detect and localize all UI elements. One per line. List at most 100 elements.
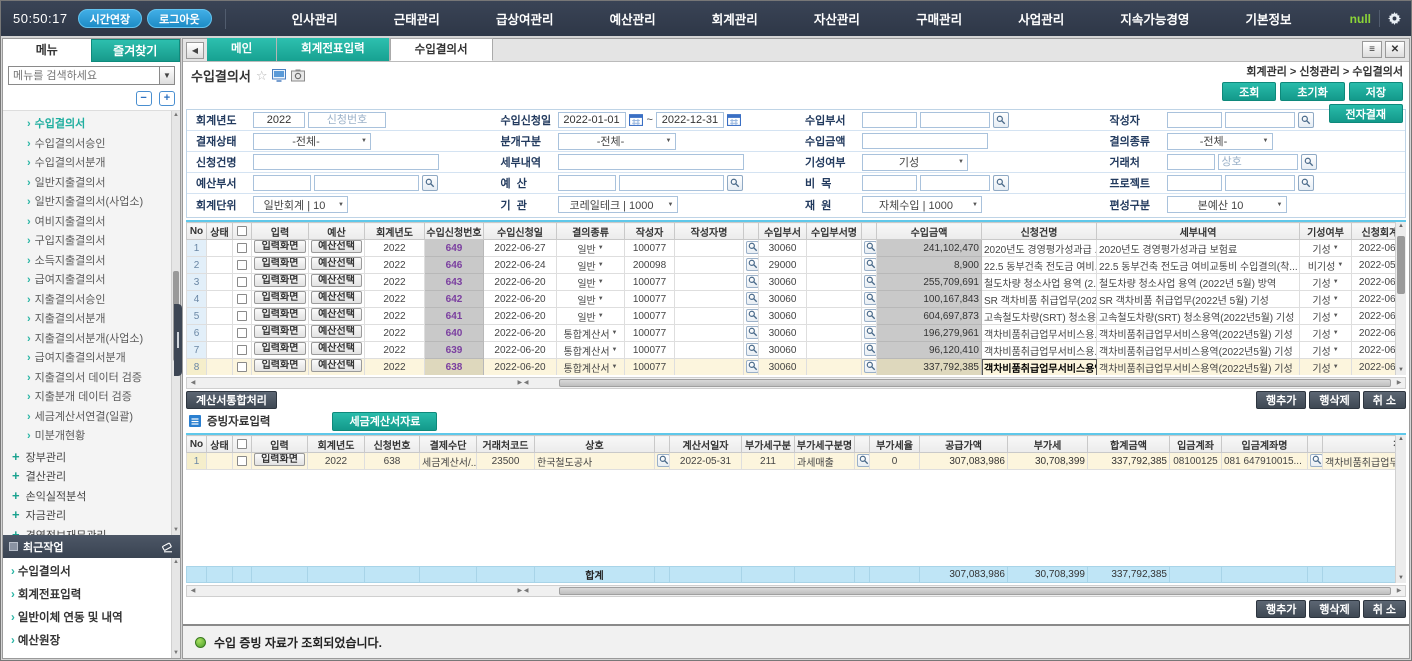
column-header-acct[interactable]: 입금계좌 [1170, 436, 1222, 453]
scroll-down-icon[interactable]: ▼ [172, 649, 180, 658]
sidebar-item[interactable]: ›수입결의서분개 [3, 154, 180, 174]
grid-cell[interactable]: 30,708,399 [1008, 453, 1088, 470]
form-input[interactable] [920, 175, 990, 191]
grid-budget-select-button[interactable]: 예산선택 [311, 240, 362, 253]
grid-cell[interactable]: 30060 [759, 342, 807, 359]
dropdown-arrow-icon[interactable]: ▼ [598, 296, 604, 302]
dropdown-arrow-icon[interactable]: ▼ [598, 279, 604, 285]
grid-cell[interactable]: 604,697,873 [877, 308, 982, 325]
grid-cell[interactable]: 30060 [759, 359, 807, 376]
form-input[interactable] [1167, 154, 1215, 170]
search-dropdown-icon[interactable]: ▼ [160, 66, 175, 85]
grid-cell[interactable]: 2022-06-20 [1352, 342, 1396, 359]
table-row[interactable]: 5입력화면예산선택20226412022-06-20일반▼10007730060… [187, 308, 1396, 325]
grid-cell[interactable]: 2022-05-10 [1352, 257, 1396, 274]
topnav-item[interactable]: 회계관리 [712, 9, 758, 28]
sidebar-item[interactable]: +결산관리 [3, 466, 180, 486]
add-row-button[interactable]: 행추가 [1256, 391, 1306, 409]
form-input[interactable] [1167, 175, 1222, 191]
topnav-item[interactable]: 근태관리 [394, 9, 440, 28]
lookup-button[interactable] [746, 360, 759, 373]
row-checkbox[interactable] [237, 260, 247, 270]
grid-cell[interactable] [675, 274, 744, 291]
grid-dropdown-cell[interactable]: 기성▼ [1300, 240, 1352, 257]
grid-cell[interactable]: 638 [365, 453, 420, 470]
grid-cell[interactable]: 2020년도 경영평가성과급 보험료 [1097, 240, 1300, 257]
grid-cell[interactable]: 2022 [365, 359, 425, 376]
dropdown-arrow-icon[interactable]: ▼ [1333, 279, 1339, 285]
lookup-button[interactable] [1310, 454, 1323, 467]
form-input[interactable] [308, 112, 386, 128]
grid-cell[interactable]: 642 [425, 291, 484, 308]
form-select[interactable]: 기성▼ [862, 154, 968, 171]
grid-cell[interactable]: 객차비품취급업무서비스용... [1323, 453, 1396, 470]
recent-item[interactable]: ›일반이체 연동 및 내역 [3, 607, 180, 630]
grid-cell[interactable]: 2022-06-20 [1352, 325, 1396, 342]
scroll-right-icon[interactable]: ▶ [1393, 586, 1405, 596]
grid-cell[interactable]: 649 [425, 240, 484, 257]
form-input[interactable] [1225, 175, 1295, 191]
column-header-s1[interactable] [655, 436, 670, 453]
grid-cell[interactable]: 643 [425, 274, 484, 291]
grid-dropdown-cell[interactable]: 기성▼ [1300, 342, 1352, 359]
topnav-item[interactable]: 자산관리 [814, 9, 860, 28]
grid-cell[interactable]: 고속철도차량(SRT) 청소용역(2022년5월) 기성 [1097, 308, 1300, 325]
window-close-icon[interactable]: ✕ [1385, 41, 1405, 58]
delete-row-button[interactable]: 행삭제 [1309, 600, 1359, 618]
dropdown-arrow-icon[interactable]: ▼ [1333, 364, 1339, 370]
form-input[interactable] [558, 112, 626, 128]
row-checkbox[interactable] [237, 277, 247, 287]
lookup-button[interactable] [746, 343, 759, 356]
column-header-cb[interactable] [233, 436, 252, 453]
calendar-icon[interactable] [629, 113, 644, 128]
grid-cell[interactable]: 337,792,385 [1088, 453, 1170, 470]
table-row[interactable]: 2입력화면예산선택20226462022-06-24일반▼20009829000… [187, 257, 1396, 274]
column-header-supply[interactable]: 공급가액 [920, 436, 1008, 453]
grid-budget-select-button[interactable]: 예산선택 [311, 257, 362, 270]
grid-cell[interactable]: 2022-06-20 [484, 325, 557, 342]
lookup-button[interactable] [746, 292, 759, 305]
pane-split-icon[interactable]: ▶ ◀ [517, 586, 529, 596]
sidebar-item[interactable]: ›지출결의서승인 [3, 291, 180, 311]
tab-메인[interactable]: 메인 [207, 38, 277, 61]
grid-horizontal-scrollbar[interactable]: ◀ ▶ ◀ ▶ [186, 585, 1406, 597]
scroll-down-icon[interactable]: ▼ [1396, 574, 1406, 583]
sidebar-item[interactable]: ›지출결의서 데이터 검증 [3, 369, 180, 389]
grid-cell[interactable] [207, 359, 233, 376]
recent-scrollbar[interactable]: ▲ ▼ [171, 558, 180, 658]
grid-cell[interactable] [207, 308, 233, 325]
grid-cell[interactable]: 96,120,410 [877, 342, 982, 359]
header-checkbox[interactable] [237, 439, 247, 449]
column-header-vat_name[interactable]: 부가세구분명 [795, 436, 855, 453]
grid-cell[interactable]: 2022 [365, 240, 425, 257]
grid-cell[interactable] [207, 453, 233, 470]
grid-cell[interactable]: 2022 [365, 291, 425, 308]
tab-scroll-left-icon[interactable]: ◀ [186, 42, 204, 59]
column-header-s2[interactable] [855, 436, 870, 453]
save-button[interactable]: 저장 [1349, 82, 1403, 101]
grid-cell[interactable]: 100077 [625, 325, 675, 342]
grid-dropdown-cell[interactable]: 기성▼ [1300, 359, 1352, 376]
grid-dropdown-cell[interactable]: 기성▼ [1300, 291, 1352, 308]
pane-split-icon[interactable]: ▶ ◀ [517, 378, 529, 388]
grid-cell[interactable] [675, 257, 744, 274]
scroll-left-icon[interactable]: ◀ [187, 378, 199, 388]
grid-cell[interactable]: 646 [425, 257, 484, 274]
form-input[interactable] [558, 175, 616, 191]
topnav-item[interactable]: 인사관리 [292, 9, 338, 28]
lookup-button[interactable] [864, 241, 877, 254]
grid-dropdown-cell[interactable]: 일반▼ [557, 274, 625, 291]
grid-horizontal-scrollbar[interactable]: ◀ ▶ ◀ ▶ [186, 377, 1406, 389]
dropdown-arrow-icon[interactable]: ▼ [612, 347, 618, 353]
lookup-button[interactable] [993, 175, 1009, 191]
column-header-dtype[interactable]: 결의종류 [557, 223, 625, 240]
column-header-dept_name[interactable]: 수입부서명 [807, 223, 862, 240]
grid-dropdown-cell[interactable]: 통합계산서▼ [557, 342, 625, 359]
window-menu-icon[interactable]: ≡ [1362, 41, 1382, 58]
sidebar-item[interactable]: ›세금계산서연결(일괄) [3, 408, 180, 428]
column-header-req_no[interactable]: 신청번호 [365, 436, 420, 453]
grid-cell[interactable]: 200098 [625, 257, 675, 274]
grid-dropdown-cell[interactable]: 기성▼ [1300, 308, 1352, 325]
scroll-left-icon[interactable]: ◀ [187, 586, 199, 596]
grid-cell[interactable]: 100077 [625, 359, 675, 376]
